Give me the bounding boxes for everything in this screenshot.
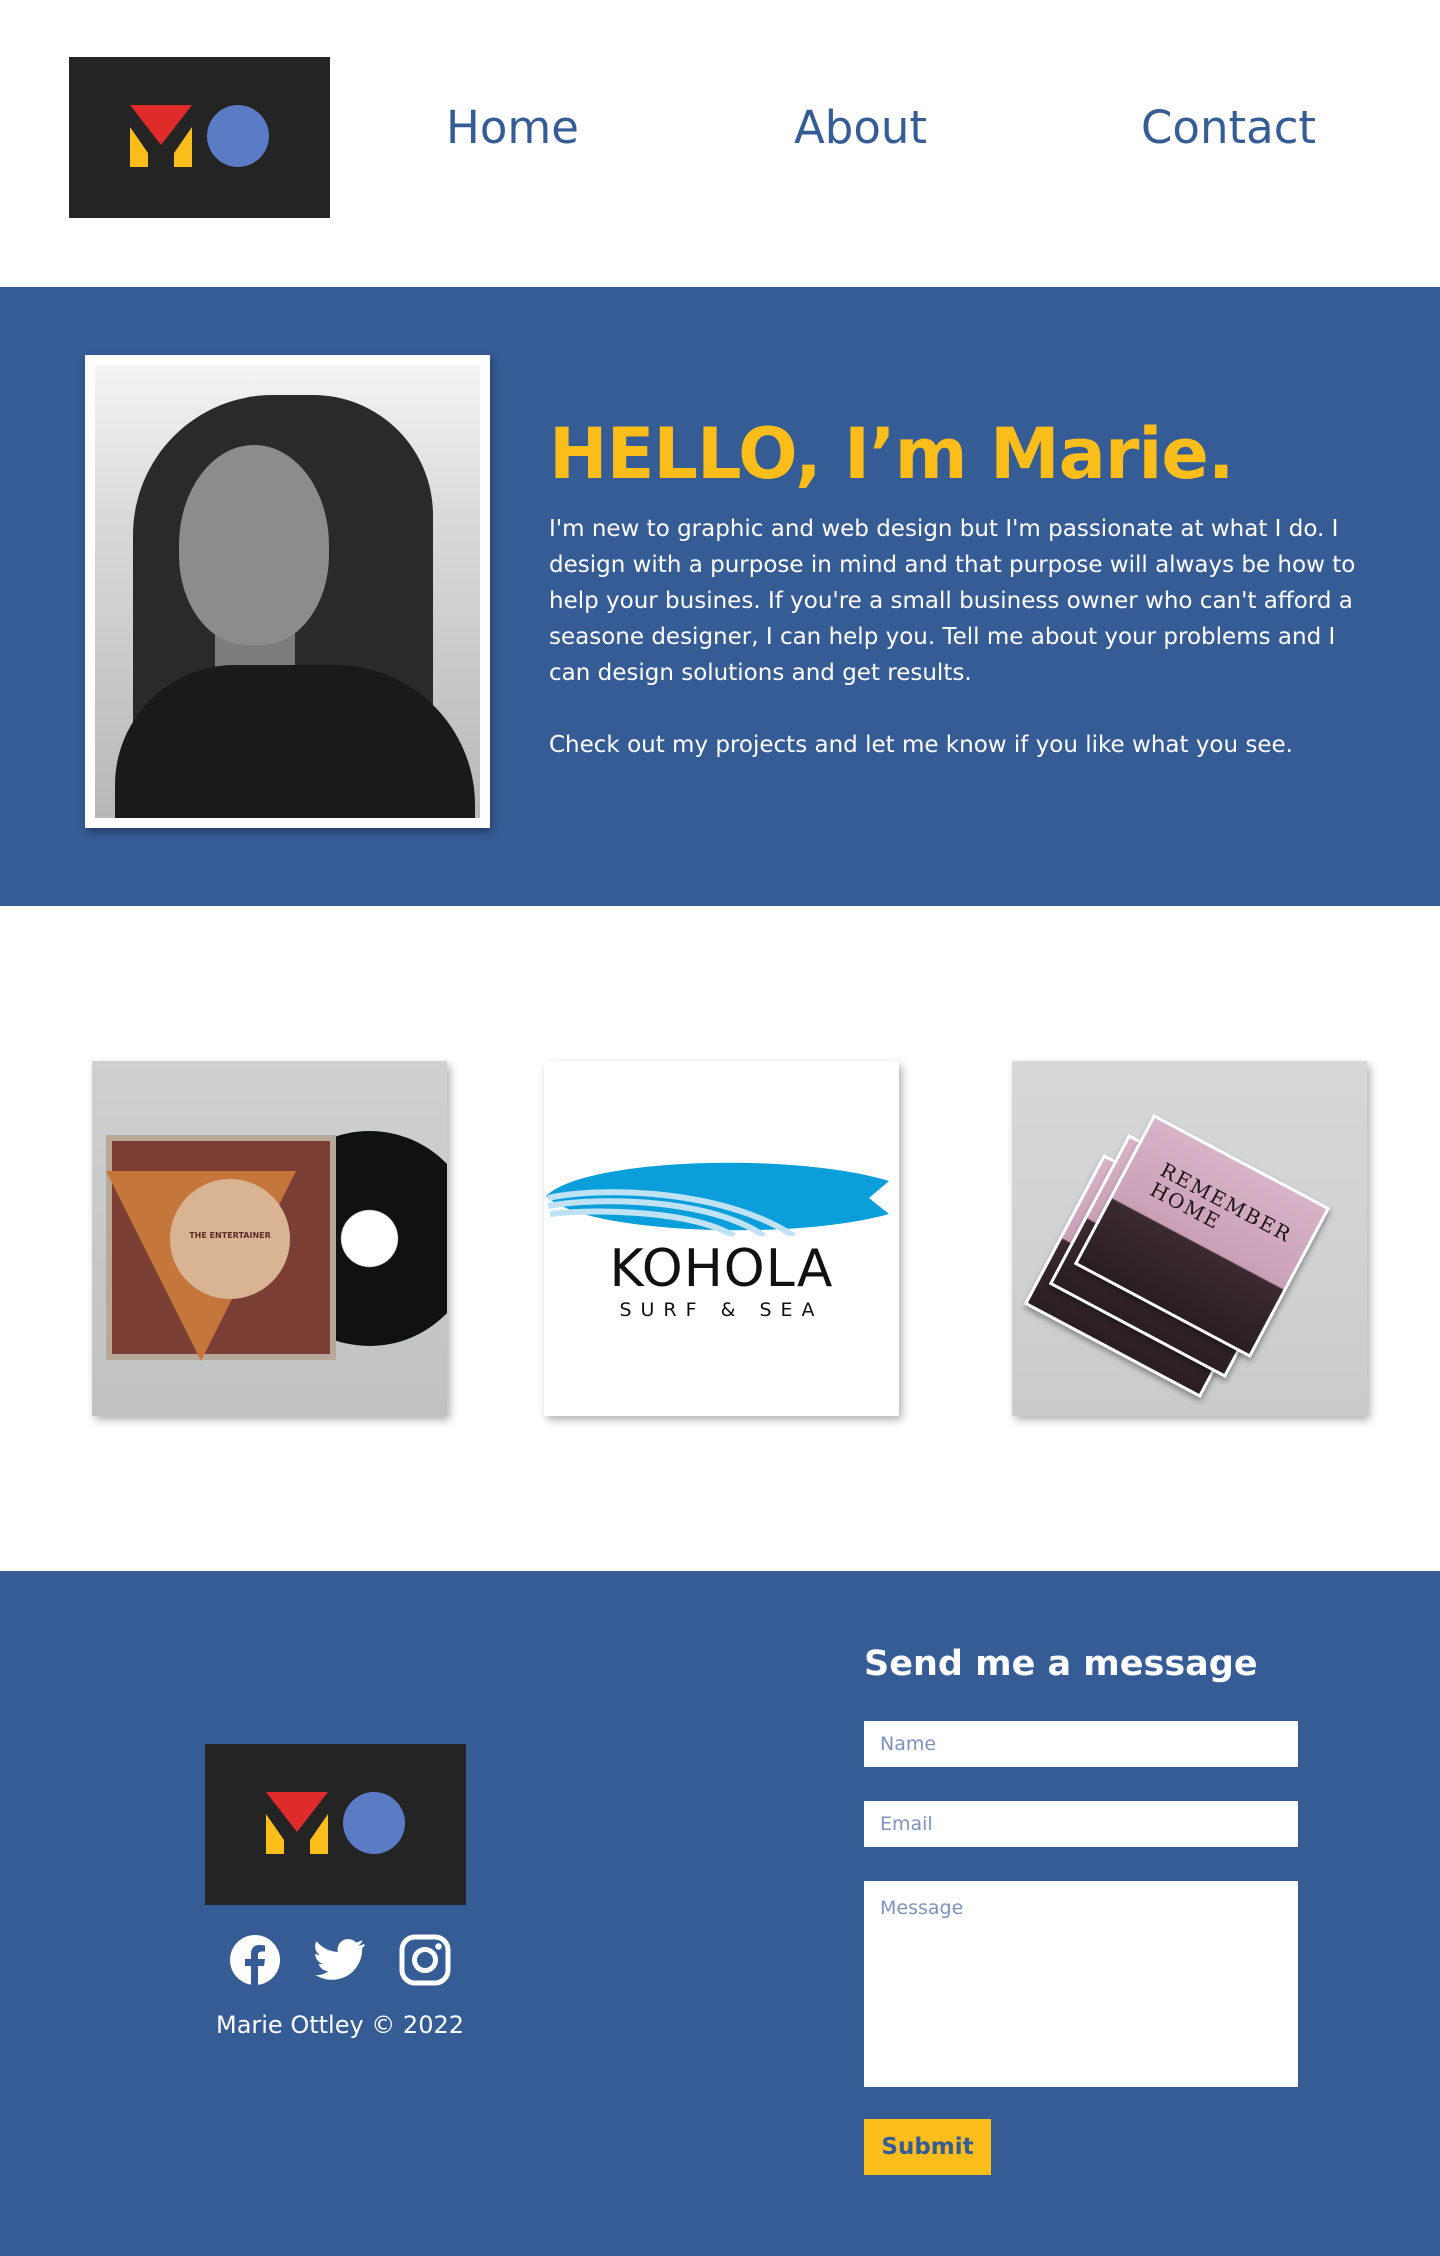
portrait-photo — [95, 365, 480, 818]
instagram-icon[interactable] — [399, 1934, 451, 1986]
surfboard-icon — [546, 1162, 889, 1236]
portrait-frame — [85, 355, 490, 828]
social-links — [229, 1934, 451, 1986]
hero-section: HELLO, I’m Marie. I'm new to graphic and… — [0, 287, 1440, 906]
contact-form-title: Send me a message — [864, 1644, 1258, 1684]
project-card-vinyl[interactable]: THE ENTERTAINER — [92, 1061, 447, 1416]
header-logo[interactable] — [69, 57, 330, 218]
logo-m-icon — [130, 105, 192, 167]
projects-section: THE ENTERTAINER KOHOLA SURF & SEA REMEMB… — [0, 906, 1440, 1571]
logo-o-icon — [207, 105, 269, 167]
twitter-icon[interactable] — [314, 1934, 366, 1986]
logo-m-icon — [266, 1792, 328, 1854]
email-field[interactable] — [864, 1801, 1298, 1847]
logo-o-icon — [343, 1792, 405, 1854]
record-sleeve: THE ENTERTAINER — [106, 1135, 336, 1361]
project-card-magazine[interactable]: REMEMBER HOME — [1012, 1061, 1367, 1416]
magazine-stack: REMEMBER HOME — [1023, 1111, 1352, 1398]
message-field[interactable] — [864, 1881, 1298, 2087]
hero-paragraph: Check out my projects and let me know if… — [549, 732, 1293, 758]
nav-home[interactable]: Home — [446, 100, 579, 156]
site-footer: Marie Ottley © 2022 Send me a message Su… — [0, 1571, 1440, 2256]
nav-contact[interactable]: Contact — [1141, 100, 1316, 156]
magazine-title: REMEMBER HOME — [1146, 1157, 1297, 1248]
submit-button[interactable]: Submit — [864, 2119, 991, 2175]
kohola-wordmark: KOHOLA — [609, 1239, 834, 1299]
facebook-icon[interactable] — [229, 1934, 281, 1986]
hero-paragraph: I'm new to graphic and web design but I'… — [549, 516, 1356, 686]
nav-about[interactable]: About — [794, 100, 927, 156]
footer-logo[interactable] — [205, 1744, 466, 1905]
record-title: THE ENTERTAINER — [189, 1231, 271, 1240]
site-header: Home About Contact — [0, 0, 1440, 287]
copyright-text: Marie Ottley © 2022 — [215, 2011, 465, 2039]
hero-title: HELLO, I’m Marie. — [549, 413, 1234, 495]
kohola-tagline: SURF & SEA — [619, 1299, 824, 1321]
hero-intro: I'm new to graphic and web design but I'… — [549, 511, 1369, 763]
project-card-kohola[interactable]: KOHOLA SURF & SEA — [544, 1061, 899, 1416]
name-field[interactable] — [864, 1721, 1298, 1767]
